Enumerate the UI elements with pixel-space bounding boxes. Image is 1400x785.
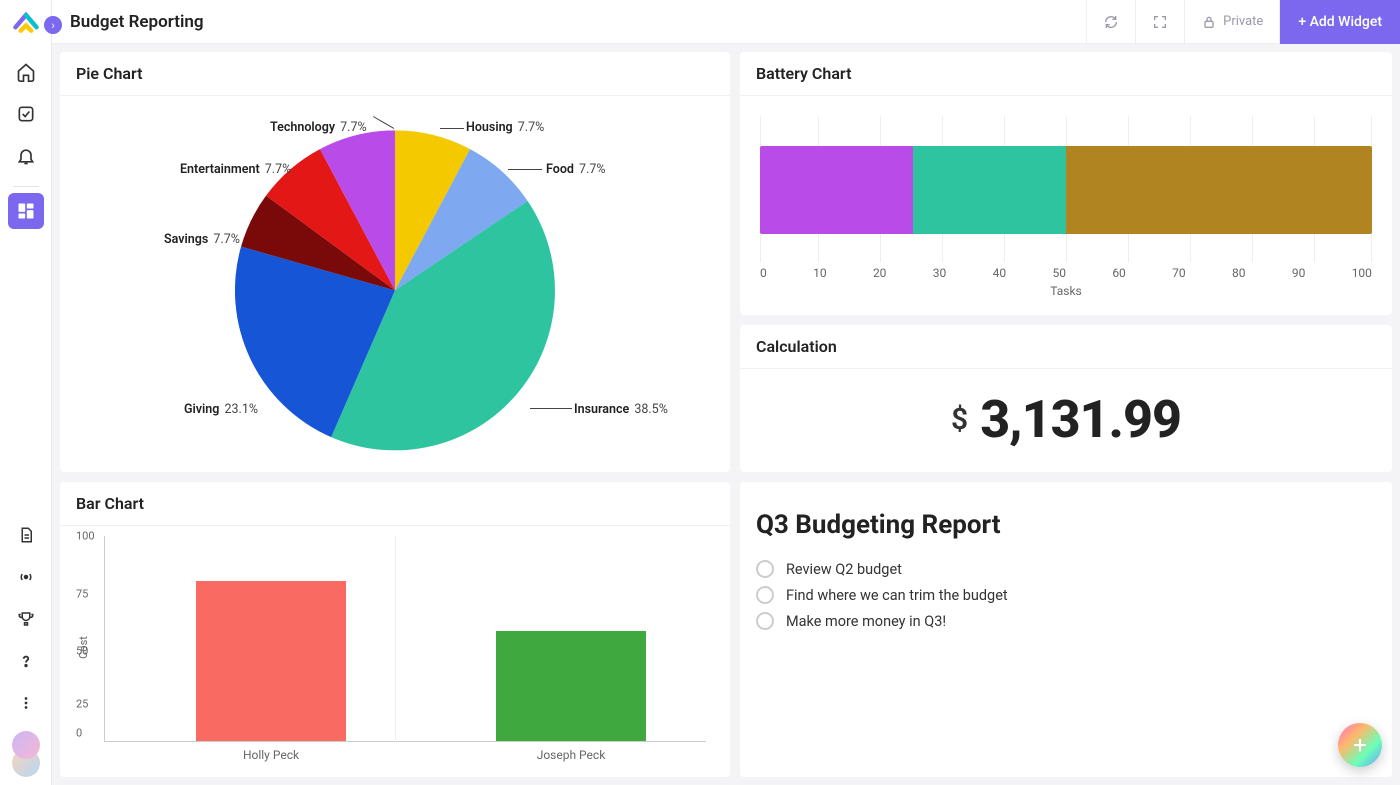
dashboard-icon[interactable] xyxy=(8,193,44,229)
battery-axis-label: Tasks xyxy=(756,284,1376,298)
trophy-icon[interactable] xyxy=(8,601,44,637)
add-widget-button[interactable]: + Add Widget xyxy=(1279,0,1400,44)
checkbox-icon[interactable] xyxy=(756,612,774,630)
doc-icon[interactable] xyxy=(8,517,44,553)
calculation-card: Calculation $ 3,131.99 xyxy=(740,325,1392,472)
battery-axis: 010 2030 4050 6070 8090 100 xyxy=(760,266,1372,280)
app-logo[interactable] xyxy=(12,8,40,36)
bell-icon[interactable] xyxy=(8,138,44,174)
sidebar xyxy=(0,0,52,785)
private-button[interactable]: Private xyxy=(1184,0,1279,44)
refresh-button[interactable] xyxy=(1086,0,1135,44)
expand-button[interactable] xyxy=(1135,0,1184,44)
pie-chart-card: Pie Chart Housing 7.7% Food 7.7% xyxy=(60,52,730,472)
report-title: Q3 Budgeting Report xyxy=(756,510,1376,540)
broadcast-icon[interactable] xyxy=(8,559,44,595)
task-row[interactable]: Review Q2 budget xyxy=(756,556,1376,582)
battery-seg xyxy=(1066,146,1372,234)
header: Budget Reporting Private + Add Widget xyxy=(52,0,1400,44)
task-row[interactable]: Make more money in Q3! xyxy=(756,608,1376,634)
pie-svg xyxy=(235,130,555,450)
fab-add-button[interactable]: + xyxy=(1338,723,1382,767)
calc-value: 3,131.99 xyxy=(980,389,1181,450)
private-label: Private xyxy=(1223,14,1263,29)
report-card: Q3 Budgeting Report Review Q2 budget Fin… xyxy=(740,482,1392,777)
card-title: Calculation xyxy=(740,325,1392,369)
bar-b xyxy=(496,631,646,741)
task-row[interactable]: Find where we can trim the budget xyxy=(756,582,1376,608)
help-icon[interactable] xyxy=(8,643,44,679)
bar-chart-card: Bar Chart Cost 100 75 50 25 0 Holly Peck… xyxy=(60,482,730,777)
checkbox-icon[interactable] xyxy=(756,586,774,604)
home-icon[interactable] xyxy=(8,54,44,90)
avatar[interactable] xyxy=(12,731,40,759)
more-icon[interactable] xyxy=(8,685,44,721)
content: Pie Chart Housing 7.7% Food 7.7% xyxy=(52,44,1400,785)
card-title: Battery Chart xyxy=(740,52,1392,96)
collapse-sidebar-button[interactable]: › xyxy=(44,16,62,34)
battery-chart-card: Battery Chart 010 2030 xyxy=(740,52,1392,315)
checkbox-icon[interactable] xyxy=(756,560,774,578)
bar-a xyxy=(196,581,346,741)
battery-seg xyxy=(760,146,913,234)
card-title: Pie Chart xyxy=(60,52,730,96)
page-title: Budget Reporting xyxy=(70,12,204,32)
calc-symbol: $ xyxy=(951,402,968,437)
battery-seg xyxy=(913,146,1066,234)
divider xyxy=(13,186,39,187)
battery-chart: 010 2030 4050 6070 8090 100 Tasks xyxy=(756,106,1376,315)
bar-chart: Cost 100 75 50 25 0 Holly Peck Joseph Pe… xyxy=(76,536,714,766)
task-icon[interactable] xyxy=(8,96,44,132)
pie-chart: Housing 7.7% Food 7.7% Insurance 38.5% G… xyxy=(76,106,714,462)
card-title: Bar Chart xyxy=(60,482,730,526)
